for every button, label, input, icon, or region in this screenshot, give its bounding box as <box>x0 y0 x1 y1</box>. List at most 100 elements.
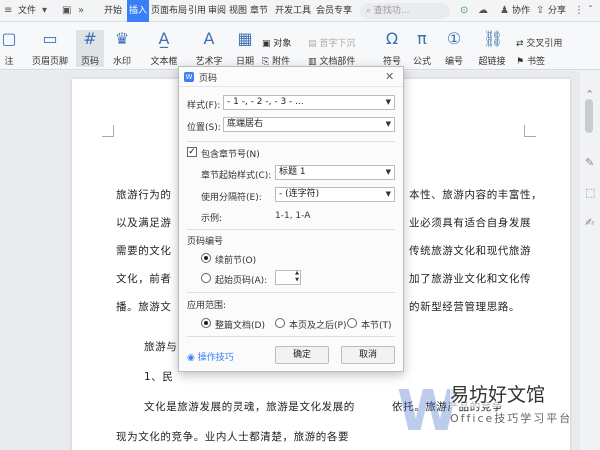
cancel-button[interactable]: 取消 <box>341 346 395 364</box>
example-value: 1-1, 1-A <box>275 211 311 221</box>
doc-line: 文化，前者 <box>116 273 172 285</box>
doc-line: 现为文化的竞争。业内人士都清楚，旅游的各要 <box>116 431 350 443</box>
doc-line: 旅游与 <box>144 341 178 353</box>
dialog-title: 页码 <box>199 74 218 84</box>
ok-button[interactable]: 确定 <box>275 346 329 364</box>
bookmark-icon: ⚑ <box>516 57 527 67</box>
menu-icon[interactable]: ≡ <box>4 0 12 22</box>
doc-line: 以及满足游 <box>116 217 172 229</box>
separator-label: 使用分隔符(E): <box>201 193 262 203</box>
more-options-icon[interactable]: ⋮ <box>574 0 584 22</box>
doc-line: 旅游行为的 <box>116 189 172 201</box>
select-icon[interactable]: ⬚ <box>585 186 595 199</box>
scope-whole-radio[interactable] <box>201 318 211 328</box>
dropdown-arrow-icon: ▼ <box>385 98 391 106</box>
ribbon-toolbar: ▢ 注 ▭ 页眉页脚 # 页码 ♛ 水印 A̲ 文本框 A 艺术字 ▦ 日期 ▣… <box>0 22 600 70</box>
tab-start[interactable]: 开始 <box>104 0 122 22</box>
tips-link[interactable]: ◉ 操作技巧 <box>187 350 234 363</box>
pi-icon: π <box>417 29 427 48</box>
symbol-button[interactable]: Ω 符号 <box>378 29 406 68</box>
tab-dev-tools[interactable]: 开发工具 <box>275 0 311 22</box>
header-footer-button[interactable]: ▭ 页眉页脚 <box>26 29 74 68</box>
scope-section-radio[interactable] <box>347 318 357 328</box>
collapse-ribbon-icon[interactable]: ˆ <box>588 0 593 22</box>
textbox-button[interactable]: A̲ 文本框 <box>148 30 180 68</box>
tab-view[interactable]: 视图 <box>229 0 247 22</box>
scrollbar-thumb[interactable] <box>585 99 593 133</box>
style-label: 样式(F): <box>187 101 221 111</box>
doc-line-right: 的新型经营管理思路。 <box>409 301 520 313</box>
drop-cap-icon: ▤ <box>308 39 320 49</box>
omega-icon: Ω <box>385 29 399 48</box>
tab-chapter[interactable]: 章节 <box>250 0 268 22</box>
example-label: 示例: <box>201 214 223 224</box>
page-number-button[interactable]: # 页码 <box>76 30 104 67</box>
collab-icon: ♟ <box>500 5 509 16</box>
header-footer-icon: ▭ <box>42 29 58 48</box>
chevron-down-icon[interactable]: ▼ <box>295 277 299 283</box>
dropdown-arrow-icon: ▼ <box>385 120 391 128</box>
date-button[interactable]: ▦ 日期 <box>232 30 258 68</box>
continue-prev-radio[interactable] <box>201 253 211 263</box>
tab-insert[interactable]: 插入 <box>127 0 150 22</box>
chevron-up-icon[interactable]: ▲ <box>295 270 299 276</box>
edit-icon[interactable]: ✎ <box>585 156 594 169</box>
start-at-radio[interactable] <box>201 273 211 283</box>
doc-line: 需要的文化 <box>116 245 172 257</box>
share-button[interactable]: 分享 <box>548 0 566 22</box>
tips-icon: ◉ <box>187 353 198 363</box>
search-input[interactable]: ⌕ 查找功... <box>360 3 450 19</box>
chevron-down-icon[interactable]: ▾ <box>42 0 47 22</box>
tab-page-layout[interactable]: 页面布局 <box>151 0 187 22</box>
tab-review[interactable]: 审阅 <box>208 0 226 22</box>
chapter-style-select[interactable]: 标题 1 ▼ <box>275 165 395 180</box>
wordart-icon: A <box>203 29 215 48</box>
collapse-icon[interactable]: ⌃ <box>585 88 594 101</box>
numbering-group-label: 页码编号 <box>187 237 224 247</box>
chapter-style-label: 章节起始样式(C): <box>201 171 272 181</box>
position-select[interactable]: 底端居右 ▼ <box>223 117 395 132</box>
style-icon[interactable]: ✍ <box>585 216 594 229</box>
comment-icon: ▢ <box>1 29 17 48</box>
dialog-title-bar[interactable]: W 页码 ✕ <box>179 67 403 87</box>
numbering-button[interactable]: ① 编号 <box>440 30 468 68</box>
dropdown-arrow-icon: ▼ <box>385 168 391 176</box>
doc-line: 播。旅游文 <box>116 301 172 313</box>
formula-button[interactable]: π 公式 <box>408 29 436 68</box>
more-icon[interactable]: » <box>78 0 84 22</box>
tab-member[interactable]: 会员专享 <box>316 0 352 22</box>
include-chapter-checkbox[interactable]: ✓ <box>187 147 197 157</box>
file-menu[interactable]: 文件 <box>18 0 36 22</box>
crossref-button[interactable]: ⇄ 交叉引用 <box>516 36 562 49</box>
ribbon-cut-item[interactable]: ▢ 注 <box>0 29 18 68</box>
site-watermark: W 易坊好文馆 Office技巧学习平台 <box>395 366 600 450</box>
object-button[interactable]: ▣ 对象 <box>262 36 291 49</box>
first-drop-button[interactable]: ▤ 首字下沉 <box>308 36 355 49</box>
page-number-dialog: W 页码 ✕ 样式(F): - 1 -, - 2 -, - 3 - ... ▼ … <box>178 66 404 372</box>
save-icon[interactable]: ▣ <box>62 0 71 22</box>
object-icon: ▣ <box>262 39 274 49</box>
wordart-button[interactable]: A 艺术字 <box>192 29 226 68</box>
separator-select[interactable]: - (连字符) ▼ <box>275 187 395 202</box>
bookmark-button[interactable]: ⚑ 书签 <box>516 54 545 67</box>
wps-logo-icon: W <box>184 72 194 82</box>
scope-whole-label: 整篇文档(D) <box>215 321 265 331</box>
cloud-sync-icon[interactable]: ⊙ <box>460 0 468 22</box>
watermark-button[interactable]: ♛ 水印 <box>108 30 136 68</box>
divider <box>187 229 395 230</box>
watermark-subtext: Office技巧学习平台 <box>450 412 573 425</box>
doc-line-right: 本性、旅游内容的丰富性， <box>409 189 543 201</box>
style-select[interactable]: - 1 -, - 2 -, - 3 - ... ▼ <box>223 95 395 110</box>
include-chapter-label: 包含章节号(N) <box>201 150 260 160</box>
link-icon: ⛓ <box>483 29 504 48</box>
tab-reference[interactable]: 引用 <box>188 0 206 22</box>
start-page-stepper[interactable]: ▲ ▼ <box>275 270 301 285</box>
scope-after-label: 本页及之后(P) <box>289 321 347 331</box>
divider <box>187 292 395 293</box>
hyperlink-button[interactable]: ⛓ 超链接 <box>476 29 508 68</box>
position-label: 位置(S): <box>187 123 221 133</box>
cloud-icon[interactable]: ☁ <box>478 0 488 22</box>
close-icon[interactable]: ✕ <box>385 70 394 83</box>
scope-after-radio[interactable] <box>275 318 285 328</box>
collab-button[interactable]: 协作 <box>512 0 530 22</box>
